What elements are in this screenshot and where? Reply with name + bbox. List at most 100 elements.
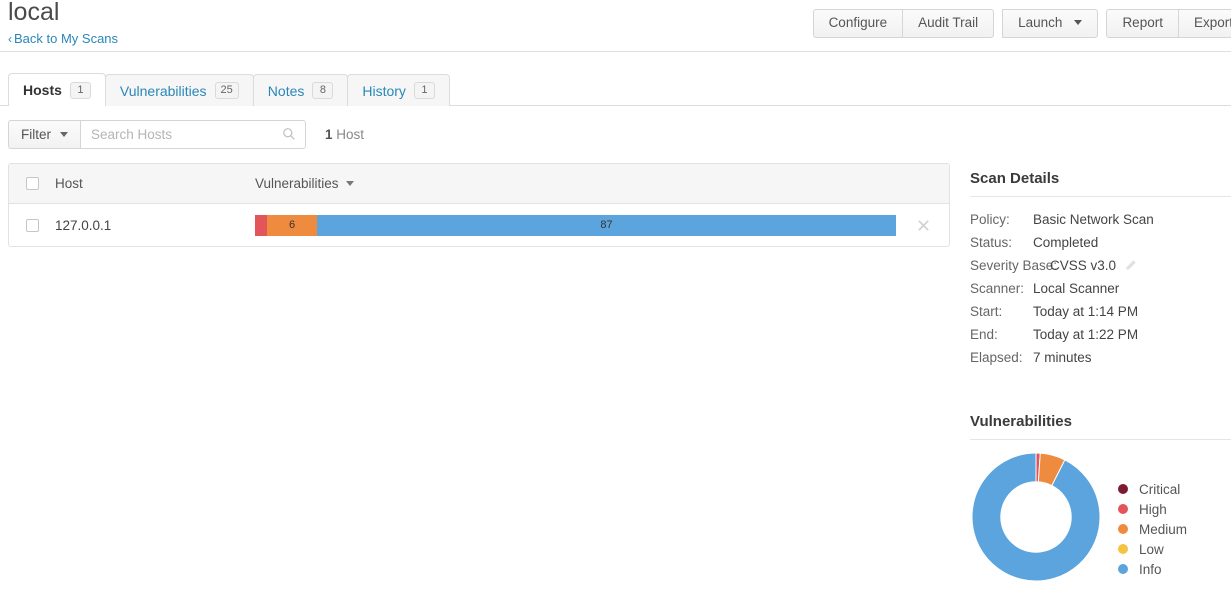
detail-label-severity-base: Severity Base:: [970, 258, 1058, 273]
detail-value-severity-base: CVSS v3.0: [1050, 258, 1117, 273]
severity-segment-high[interactable]: [255, 214, 267, 236]
chevron-left-icon: ‹: [8, 32, 12, 46]
legend-dot-low: [1118, 544, 1128, 554]
legend-item-info[interactable]: Info: [1118, 559, 1187, 579]
close-icon[interactable]: [916, 218, 931, 233]
tab-notes-count: 8: [312, 82, 334, 99]
host-address[interactable]: 127.0.0.1: [55, 218, 255, 233]
column-header-vulnerabilities[interactable]: Vulnerabilities: [255, 176, 354, 191]
legend-dot-info: [1118, 564, 1128, 574]
detail-value-start: Today at 1:14 PM: [1033, 304, 1139, 319]
back-link-label: Back to My Scans: [14, 31, 119, 46]
legend-item-medium[interactable]: Medium: [1118, 519, 1187, 539]
caret-down-icon: [345, 181, 354, 186]
donut-slice-info[interactable]: [971, 452, 1101, 582]
filter-dropdown-button[interactable]: Filter: [8, 120, 80, 149]
launch-group: Launch: [1002, 9, 1099, 38]
severity-segment-medium[interactable]: 6: [267, 214, 317, 236]
detail-label-start: Start:: [970, 304, 1003, 319]
detail-row-policy: Policy: Basic Network Scan: [970, 208, 1231, 231]
tab-vulnerabilities-count: 25: [214, 82, 239, 99]
detail-row-start: Start: Today at 1:14 PM: [970, 300, 1231, 323]
tab-notes[interactable]: Notes 8: [252, 74, 349, 106]
legend-label-critical: Critical: [1139, 481, 1181, 497]
configure-audit-group: Configure Audit Trail: [812, 9, 995, 38]
legend-label-info: Info: [1139, 561, 1162, 577]
legend-item-high[interactable]: High: [1118, 499, 1187, 519]
tab-history-label: History: [362, 82, 406, 99]
detail-value-status: Completed: [1033, 235, 1099, 250]
tab-history[interactable]: History 1: [347, 74, 450, 106]
detail-row-elapsed: Elapsed: 7 minutes: [970, 346, 1231, 369]
chevron-down-icon: [60, 132, 68, 137]
tab-history-count: 1: [413, 82, 435, 99]
legend-dot-high: [1118, 504, 1128, 514]
detail-label-end: End:: [970, 327, 998, 342]
search-icon[interactable]: [282, 127, 296, 141]
detail-value-severity-base-wrap: CVSS v3.0: [1050, 254, 1137, 277]
column-header-vulnerabilities-cell: Vulnerabilities: [255, 176, 897, 191]
detail-value-elapsed: 7 minutes: [1033, 350, 1092, 365]
detail-row-severity-base: Severity Base: CVSS v3.0: [970, 254, 1231, 277]
scan-details-title: Scan Details: [970, 170, 1060, 187]
launch-label: Launch: [1018, 15, 1063, 30]
filter-label: Filter: [21, 127, 51, 142]
tab-notes-label: Notes: [267, 82, 305, 99]
export-button[interactable]: Export: [1177, 9, 1231, 38]
scan-details-panel: Scan Details Policy: Basic Network Scan …: [970, 170, 1231, 369]
tab-hosts-label: Hosts: [23, 82, 62, 98]
page-title: local: [8, 0, 60, 26]
page-header: local ‹ Back to My Scans Configure Audit …: [0, 0, 1231, 52]
row-checkbox[interactable]: [25, 218, 39, 232]
right-sidebar: Scan Details Policy: Basic Network Scan …: [970, 170, 1231, 583]
detail-value-policy: Basic Network Scan: [1033, 212, 1154, 227]
detail-value-scanner: Local Scanner: [1033, 281, 1120, 296]
legend-label-medium: Medium: [1139, 521, 1188, 537]
host-count-label: Host: [336, 127, 365, 142]
search-hosts-wrapper: [80, 120, 306, 149]
column-header-vulnerabilities-label: Vulnerabilities: [255, 176, 339, 191]
donut-chart-wrap: Critical High Medium Low Info: [970, 451, 1231, 583]
launch-button[interactable]: Launch: [1002, 9, 1099, 38]
vulnerabilities-donut-chart[interactable]: [970, 451, 1102, 583]
audit-trail-button[interactable]: Audit Trail: [902, 9, 995, 38]
legend-item-critical[interactable]: Critical: [1118, 479, 1187, 499]
severity-stacked-bar[interactable]: 6 87: [255, 214, 896, 236]
search-input[interactable]: [81, 121, 291, 148]
vulnerabilities-divider: [970, 439, 1231, 440]
report-export-group: Report Export: [1106, 9, 1231, 38]
row-remove-cell: [897, 218, 949, 233]
vulnerabilities-title: Vulnerabilities: [970, 413, 1072, 430]
table-row[interactable]: 127.0.0.1 6 87: [9, 204, 949, 246]
back-to-my-scans-link[interactable]: ‹ Back to My Scans: [8, 31, 118, 46]
chart-legend: Critical High Medium Low Info: [1118, 479, 1187, 579]
tab-vulnerabilities-label: Vulnerabilities: [119, 82, 207, 99]
legend-item-low[interactable]: Low: [1118, 539, 1187, 559]
tab-hosts-count: 1: [69, 81, 91, 99]
detail-label-elapsed: Elapsed:: [970, 350, 1023, 365]
report-button[interactable]: Report: [1106, 9, 1179, 38]
severity-segment-info[interactable]: 87: [317, 214, 896, 236]
hosts-table: Host Vulnerabilities 127.0.0.1 6 87: [8, 163, 950, 247]
detail-label-policy: Policy:: [970, 212, 1010, 227]
header-actions: Configure Audit Trail Launch Report Expo…: [805, 9, 1231, 38]
tab-bar: Hosts 1 Vulnerabilities 25 Notes 8 Histo…: [8, 73, 1231, 106]
host-count: 1 Host: [325, 127, 364, 142]
tab-vulnerabilities[interactable]: Vulnerabilities 25: [104, 74, 254, 106]
column-header-host[interactable]: Host: [55, 176, 255, 191]
legend-label-high: High: [1139, 501, 1167, 517]
legend-dot-medium: [1118, 524, 1128, 534]
pencil-icon[interactable]: [1124, 259, 1137, 272]
detail-value-end: Today at 1:22 PM: [1033, 327, 1139, 342]
scan-details-divider: [970, 196, 1231, 197]
select-all-checkbox[interactable]: [25, 177, 39, 190]
legend-label-low: Low: [1139, 541, 1164, 557]
table-header-row: Host Vulnerabilities: [9, 164, 949, 204]
detail-row-scanner: Scanner: Local Scanner: [970, 277, 1231, 300]
select-all-cell: [9, 177, 55, 190]
tab-hosts[interactable]: Hosts 1: [8, 73, 106, 106]
detail-row-end: End: Today at 1:22 PM: [970, 323, 1231, 346]
configure-button[interactable]: Configure: [812, 9, 904, 38]
legend-dot-critical: [1118, 484, 1128, 494]
host-count-number: 1: [325, 127, 333, 142]
